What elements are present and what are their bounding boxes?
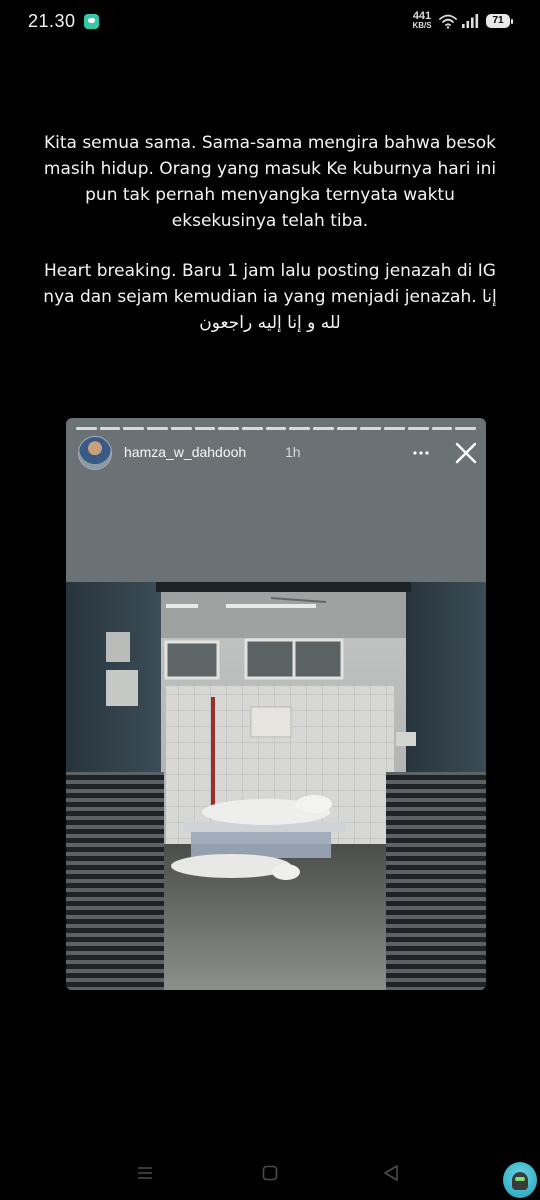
battery-icon: 71 (486, 14, 513, 28)
caption: Kita semua sama. Sama-sama mengira bahwa… (40, 130, 500, 336)
home-icon[interactable] (261, 1164, 279, 1182)
story-progress-segment (218, 427, 239, 430)
story-progress-segment (431, 427, 453, 430)
story-progress-segment (76, 427, 97, 430)
caption-paragraph-1: Kita semua sama. Sama-sama mengira bahwa… (43, 133, 497, 231)
story-progress-segment (360, 427, 382, 430)
wifi-icon (439, 14, 457, 29)
story-progress-segment (241, 427, 263, 430)
network-speed-unit: KB/S (412, 21, 432, 30)
menu-icon[interactable] (136, 1164, 154, 1182)
story-post-time: 1h (285, 444, 301, 460)
caption-paragraph-2: Heart breaking. Baru 1 jam lalu posting … (43, 261, 497, 333)
story-progress-segment (265, 427, 287, 430)
story-progress-segment (99, 427, 121, 430)
story-progress-segment (123, 427, 145, 430)
story-progress-segment (407, 427, 429, 430)
battery-level: 71 (492, 15, 504, 26)
message-notification-icon (84, 14, 99, 29)
close-icon[interactable] (452, 439, 480, 467)
story-progress-segment (455, 427, 476, 430)
assistant-icon[interactable] (503, 1162, 537, 1198)
network-speed: 441 KB/S (410, 10, 434, 31)
story-progress-segment (384, 427, 405, 430)
story-progress-segment (336, 427, 358, 430)
more-options-icon[interactable] (412, 444, 430, 462)
story-username[interactable]: hamza_w_dahdooh (124, 444, 246, 460)
story-photo (66, 582, 486, 990)
signal-icon (462, 14, 479, 28)
story-progress-segment (289, 427, 311, 430)
status-bar: 21.30 441 KB/S 71 (0, 0, 540, 46)
story-progress-segment (147, 427, 168, 430)
story-card[interactable]: hamza_w_dahdooh 1h (66, 418, 486, 990)
status-time: 21.30 (28, 11, 76, 31)
story-progress-segment (170, 427, 192, 430)
story-progress-segment (194, 427, 216, 430)
story-header: hamza_w_dahdooh 1h (78, 436, 478, 472)
story-progress-segment (313, 427, 334, 430)
story-progress-bar (76, 427, 476, 430)
back-icon[interactable] (382, 1163, 400, 1183)
avatar[interactable] (78, 436, 112, 470)
navigation-bar (0, 1150, 540, 1200)
network-speed-value: 441 (412, 10, 432, 22)
